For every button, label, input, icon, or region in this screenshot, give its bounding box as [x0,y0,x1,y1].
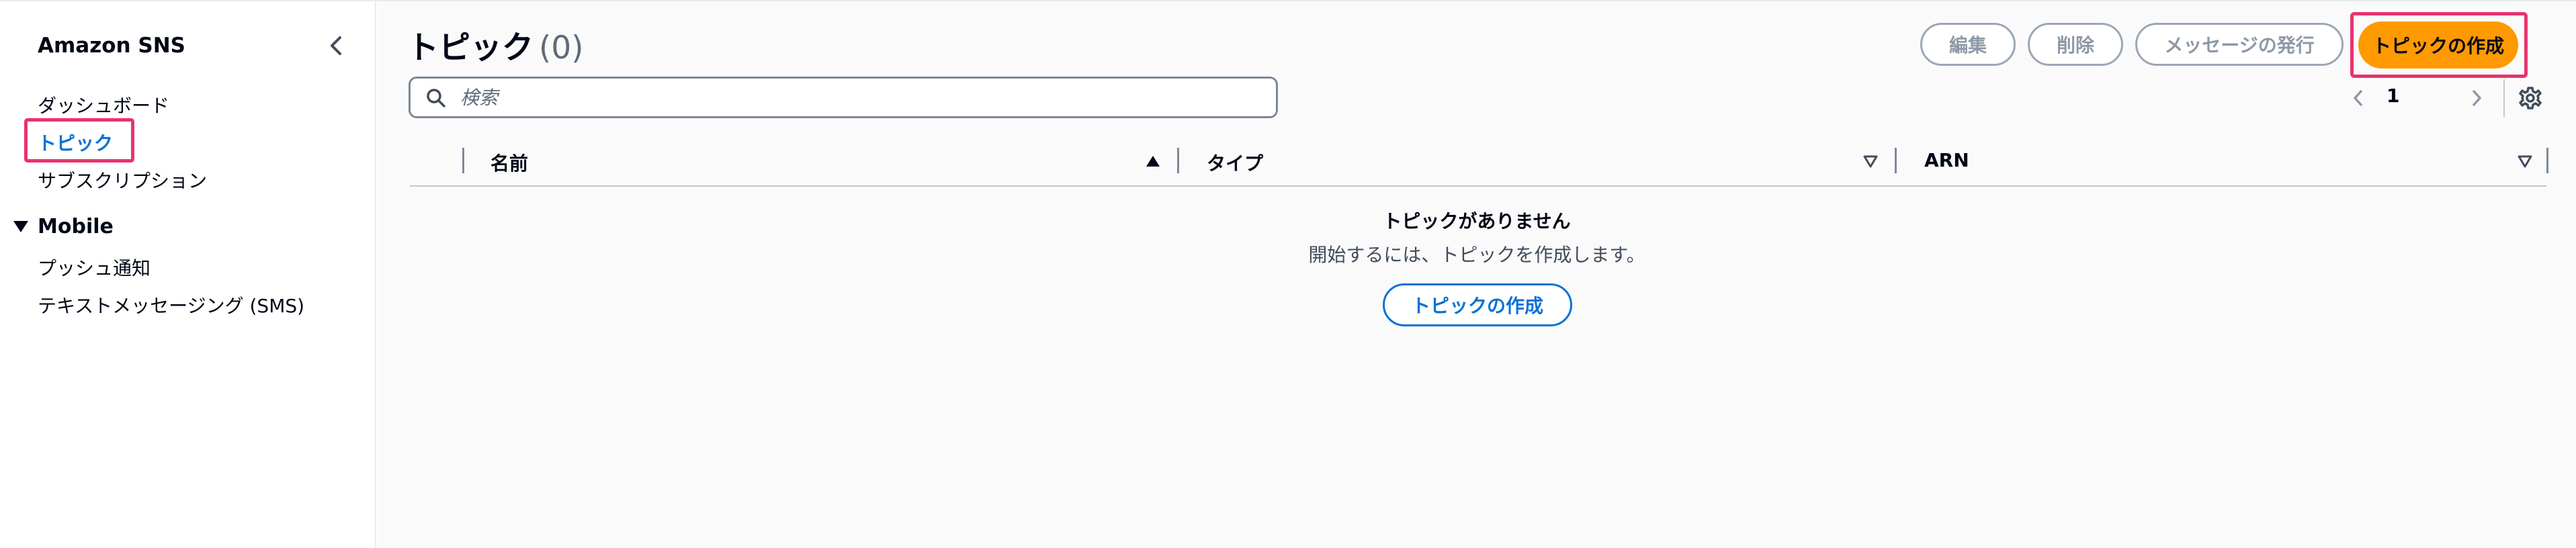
empty-state-description: 開始するには、トピックを作成します。 [1308,244,1645,266]
sidebar-section-label: Mobile [38,215,114,238]
edit-button[interactable]: 編集 [1920,23,2016,66]
sidebar-item-subscriptions[interactable]: サブスクリプション [38,167,207,193]
main-content: トピック(0) 編集 削除 メッセージの発行 トピックの作成 1 [378,1,2576,548]
chevron-right-icon[interactable] [2468,85,2485,111]
sidebar: Amazon SNS ダッシュボード トピック サブスクリプション Mobile… [0,1,376,548]
pager-divider [2503,79,2505,117]
sidebar-section-mobile[interactable]: Mobile [13,215,114,238]
search-box[interactable] [409,77,1278,118]
chevron-left-icon[interactable] [2350,85,2366,111]
chevron-left-icon[interactable] [327,32,345,59]
sidebar-item-sms[interactable]: テキストメッセージング (SMS) [38,291,304,318]
app-frame: Amazon SNS ダッシュボード トピック サブスクリプション Mobile… [0,0,2576,548]
publish-message-button[interactable]: メッセージの発行 [2135,23,2344,66]
page-title: トピック (0) [407,21,584,68]
delete-button[interactable]: 削除 [2028,23,2123,66]
search-input[interactable] [460,79,1260,116]
column-header-arn[interactable]: ARN [1924,149,1969,171]
sort-icon[interactable] [2517,153,2533,169]
column-separator [1895,148,1897,173]
sidebar-item-push-notifications[interactable]: プッシュ通知 [38,254,151,281]
sort-ascending-icon[interactable] [1145,153,1161,169]
column-header-name[interactable]: 名前 [490,149,528,176]
sidebar-item-dashboard[interactable]: ダッシュボード [38,91,169,118]
column-separator [1177,148,1179,173]
caret-down-icon [13,221,28,232]
empty-create-topic-button[interactable]: トピックの作成 [1383,283,1572,326]
search-icon [427,89,445,107]
page-title-text: トピック [407,30,533,66]
table-header-divider [410,185,2546,187]
column-header-type[interactable]: タイプ [1207,149,1263,176]
sidebar-item-topics[interactable]: トピック [38,129,113,156]
column-separator [462,148,464,173]
sidebar-title: Amazon SNS [38,34,186,58]
column-separator [2546,148,2548,173]
sort-icon[interactable] [1862,153,1879,169]
page-number[interactable]: 1 [2387,85,2399,107]
topic-count: (0) [539,30,584,66]
empty-state-title: トピックがありません [1383,210,1571,232]
gear-icon[interactable] [2517,85,2544,111]
create-topic-button[interactable]: トピックの作成 [2358,21,2518,68]
